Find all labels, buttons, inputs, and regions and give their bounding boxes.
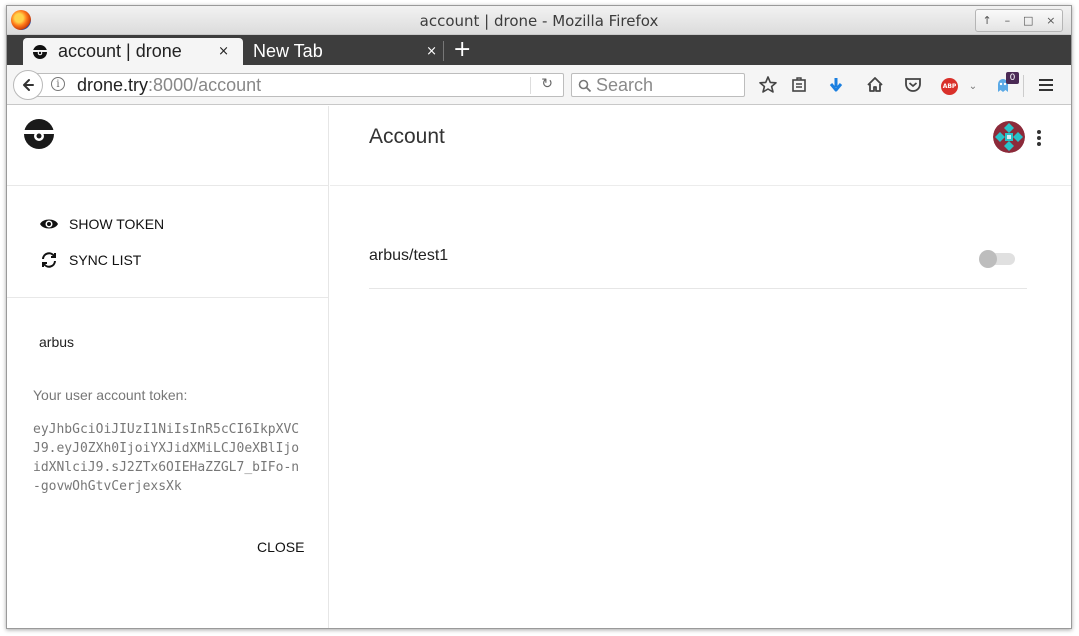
- page-title: Account: [369, 125, 445, 148]
- window-minimize-button[interactable]: –: [1005, 15, 1011, 26]
- tab-title: account | drone: [58, 41, 182, 61]
- bookmark-star-icon[interactable]: [757, 75, 779, 95]
- new-tab-button[interactable]: +: [453, 37, 471, 62]
- url-path: :8000/account: [148, 75, 262, 95]
- site-info-icon[interactable]: i: [51, 77, 65, 91]
- search-bar[interactable]: [571, 73, 745, 97]
- tab-close-icon[interactable]: ×: [426, 44, 437, 59]
- tab-strip: account | drone × New Tab × +: [7, 35, 1071, 65]
- main-panel: Account arbus/test1: [330, 106, 1071, 628]
- tab-divider: [443, 41, 444, 61]
- title-bar: account | drone - Mozilla Firefox ↑ – □ …: [7, 6, 1071, 35]
- url-bar[interactable]: i drone.try:8000/account ↻: [37, 73, 564, 97]
- tab-title: New Tab: [253, 41, 323, 61]
- toolbar-separator: [1023, 75, 1024, 97]
- repo-activate-toggle[interactable]: [979, 250, 1015, 268]
- show-token-button[interactable]: SHOW TOKEN: [39, 212, 164, 236]
- token-label: Your user account token:: [33, 387, 188, 403]
- sidebar-divider: [7, 297, 328, 298]
- tab-account[interactable]: account | drone ×: [23, 38, 243, 65]
- toggle-thumb: [979, 250, 997, 268]
- show-token-label: SHOW TOKEN: [69, 216, 165, 232]
- sync-list-label: SYNC LIST: [69, 252, 142, 268]
- pocket-icon[interactable]: [902, 75, 924, 95]
- window-restore-button[interactable]: □: [1023, 15, 1033, 26]
- url-host: drone.try: [77, 75, 149, 95]
- sidebar: SHOW TOKEN SYNC LIST arbus Your user acc…: [7, 106, 329, 628]
- header-divider: [330, 185, 1071, 186]
- page-content: SHOW TOKEN SYNC LIST arbus Your user acc…: [7, 106, 1071, 628]
- home-icon[interactable]: [864, 75, 886, 95]
- window-title: account | drone - Mozilla Firefox: [419, 12, 659, 30]
- reload-icon[interactable]: ↻: [541, 76, 553, 92]
- browser-window: account | drone - Mozilla Firefox ↑ – □ …: [6, 5, 1072, 629]
- drone-logo-icon[interactable]: [23, 118, 55, 150]
- window-maximize-up-button[interactable]: ↑: [982, 15, 991, 26]
- more-vert-icon[interactable]: [1033, 126, 1045, 150]
- adblock-plus-icon[interactable]: ABP: [941, 78, 958, 95]
- token-value[interactable]: eyJhbGciOiJIUzI1NiIsInR5cCI6IkpXVCJ9.eyJ…: [33, 420, 305, 496]
- repo-name[interactable]: arbus/test1: [369, 247, 448, 265]
- search-icon: [578, 79, 592, 93]
- window-close-button[interactable]: ×: [1046, 15, 1055, 26]
- reading-list-icon[interactable]: [788, 75, 810, 95]
- abp-dropdown-icon[interactable]: ⌄: [962, 77, 984, 97]
- navigation-bar: i drone.try:8000/account ↻ Search ABP ⌄ …: [7, 65, 1071, 105]
- sidebar-divider: [7, 185, 328, 186]
- avatar[interactable]: [993, 121, 1025, 153]
- sync-icon: [42, 252, 56, 268]
- url-separator: [530, 77, 531, 94]
- drone-favicon-icon: [33, 44, 47, 59]
- tab-close-icon[interactable]: ×: [218, 44, 229, 59]
- repo-row: arbus/test1: [369, 236, 1027, 289]
- back-arrow-icon: [23, 79, 34, 91]
- window-controls: ↑ – □ ×: [975, 9, 1063, 32]
- url-text[interactable]: drone.try:8000/account: [77, 75, 261, 96]
- tab-new-tab[interactable]: New Tab ×: [243, 38, 443, 65]
- extension-badge: 0: [1006, 72, 1019, 84]
- hamburger-menu-icon[interactable]: [1035, 75, 1057, 95]
- close-button[interactable]: CLOSE: [257, 539, 304, 555]
- search-input[interactable]: [596, 75, 741, 95]
- eye-icon: [40, 219, 58, 229]
- sync-list-button[interactable]: SYNC LIST: [39, 248, 141, 272]
- username: arbus: [39, 334, 75, 350]
- download-icon[interactable]: [825, 75, 847, 95]
- back-button[interactable]: [13, 70, 43, 100]
